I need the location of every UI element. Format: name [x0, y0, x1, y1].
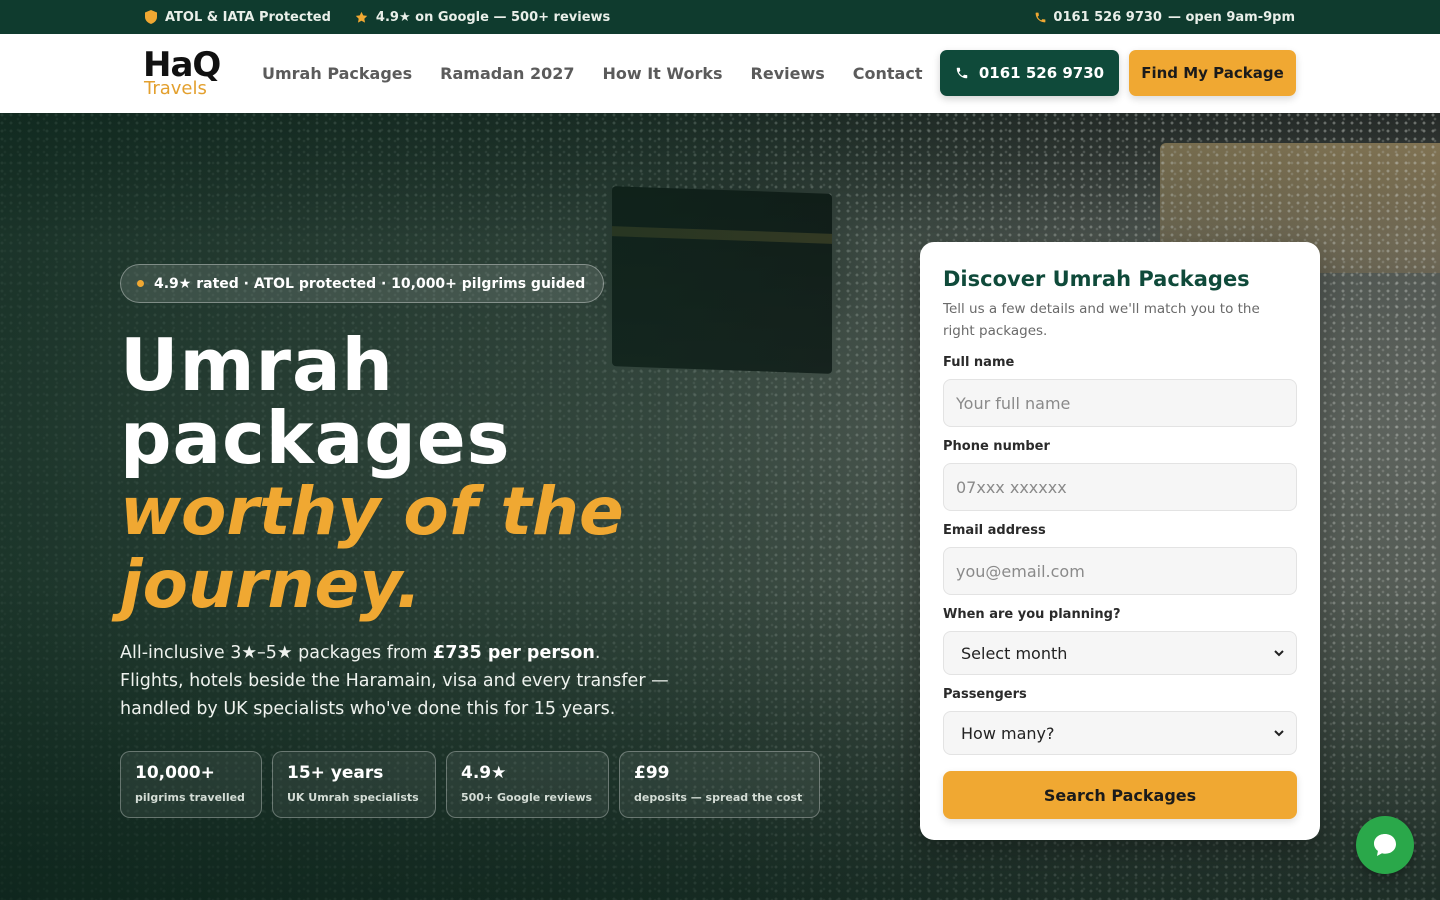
atol-badge: ATOL & IATA Protected [145, 10, 331, 25]
nav-reviews[interactable]: Reviews [751, 64, 825, 83]
nav-contact[interactable]: Contact [853, 64, 923, 83]
top-bar: ATOL & IATA Protected 4.9★ on Google — 5… [0, 0, 1440, 34]
hero-price: £735 per person [433, 643, 595, 663]
chat-button[interactable] [1356, 816, 1414, 874]
find-my-package-button[interactable]: Find My Package [1129, 50, 1296, 96]
top-bar-contact[interactable]: 0161 526 9730 — open 9am-9pm [1034, 0, 1295, 34]
stat-label: 500+ Google reviews [461, 791, 593, 804]
stat-card: 4.9★ 500+ Google reviews [446, 751, 609, 818]
full-name-input[interactable]: Your full name [943, 379, 1297, 427]
nav-how-it-works[interactable]: How It Works [602, 64, 722, 83]
passengers-group: Passengers How many? [943, 687, 1297, 755]
nav-umrah-packages[interactable]: Umrah Packages [262, 64, 412, 83]
chevron-down-icon [1274, 646, 1284, 660]
stat-value: 15+ years [287, 763, 384, 783]
call-button-label: 0161 526 9730 [978, 64, 1105, 82]
google-rating-text: 4.9★ on Google — 500+ reviews [375, 9, 611, 25]
stat-label: deposits — spread the cost [634, 791, 803, 804]
hero-heading-line-1: Umrah [120, 323, 394, 407]
star-icon [355, 11, 368, 24]
email-input[interactable]: you@email.com [943, 547, 1297, 595]
top-bar-phone[interactable]: 0161 526 9730 [1053, 10, 1162, 25]
search-packages-button[interactable]: Search Packages [943, 771, 1297, 819]
trust-pill: 4.9★ rated · ATOL protected · 10,000+ pi… [120, 264, 605, 303]
passengers-select[interactable]: How many? [943, 711, 1297, 755]
logo-wordmark: HaQ [143, 45, 221, 85]
stat-value: £99 [634, 763, 670, 783]
chat-bubble-icon [1371, 831, 1399, 859]
hero-heading-line-4: journey. [120, 546, 422, 623]
nav-ramadan-2027[interactable]: Ramadan 2027 [440, 64, 574, 83]
email-group: Email address you@email.com [943, 523, 1297, 595]
hero: 4.9★ rated · ATOL protected · 10,000+ pi… [0, 113, 1440, 900]
hero-lead: All-inclusive 3★–5★ packages from £735 p… [120, 643, 669, 719]
passengers-label: Passengers [943, 687, 1027, 702]
hero-heading-line-2: packages [120, 396, 511, 480]
travel-month-label: When are you planning? [943, 607, 1121, 622]
stat-card: 15+ years UK Umrah specialists [272, 751, 436, 818]
form-title: Discover Umrah Packages [943, 267, 1250, 291]
email-label: Email address [943, 523, 1046, 538]
chevron-down-icon [1274, 726, 1284, 740]
stat-card: £99 deposits — spread the cost [619, 751, 820, 818]
phone-icon [1034, 11, 1047, 24]
travel-month-value: Select month [961, 643, 1068, 663]
phone-group: Phone number 07xxx xxxxxx [943, 439, 1297, 511]
phone-label: Phone number [943, 439, 1050, 454]
top-bar-badges: ATOL & IATA Protected 4.9★ on Google — 5… [145, 0, 610, 34]
main-nav: Umrah Packages Ramadan 2027 How It Works… [262, 34, 922, 113]
travel-month-group: When are you planning? Select month [943, 607, 1297, 675]
atol-text: ATOL & IATA Protected [165, 9, 331, 25]
shield-icon [145, 10, 157, 24]
hero-stats: 10,000+ pilgrims travelled 15+ years UK … [120, 751, 820, 818]
hero-heading-line-3: worthy of the [120, 473, 624, 550]
site-header: HaQ Travels Umrah Packages Ramadan 2027 … [0, 34, 1440, 113]
google-rating: 4.9★ on Google — 500+ reviews [355, 10, 610, 25]
stat-card: 10,000+ pilgrims travelled [120, 751, 262, 818]
trust-pill-text: 4.9★ rated · ATOL protected · 10,000+ pi… [154, 275, 586, 292]
stat-label: UK Umrah specialists [287, 791, 419, 804]
phone-input[interactable]: 07xxx xxxxxx [943, 463, 1297, 511]
call-button[interactable]: 0161 526 9730 [940, 50, 1119, 96]
logo[interactable]: HaQ Travels [143, 48, 221, 100]
form-subtitle: Tell us a few details and we'll match yo… [943, 301, 1260, 339]
stat-value: 4.9★ [461, 763, 507, 783]
passengers-value: How many? [961, 723, 1055, 743]
full-name-group: Full name Your full name [943, 355, 1297, 427]
top-bar-hours: — open 9am-9pm [1167, 9, 1295, 25]
logo-subtitle: Travels [144, 78, 207, 99]
package-search-form: Discover Umrah Packages Tell us a few de… [920, 242, 1320, 840]
travel-month-select[interactable]: Select month [943, 631, 1297, 675]
hero-heading: Umrah packages worthy of the journey. [120, 323, 840, 623]
stat-value: 10,000+ [135, 763, 215, 783]
phone-icon [955, 66, 969, 80]
stat-label: pilgrims travelled [135, 791, 245, 804]
pill-dot-icon [137, 280, 144, 287]
full-name-label: Full name [943, 355, 1015, 370]
